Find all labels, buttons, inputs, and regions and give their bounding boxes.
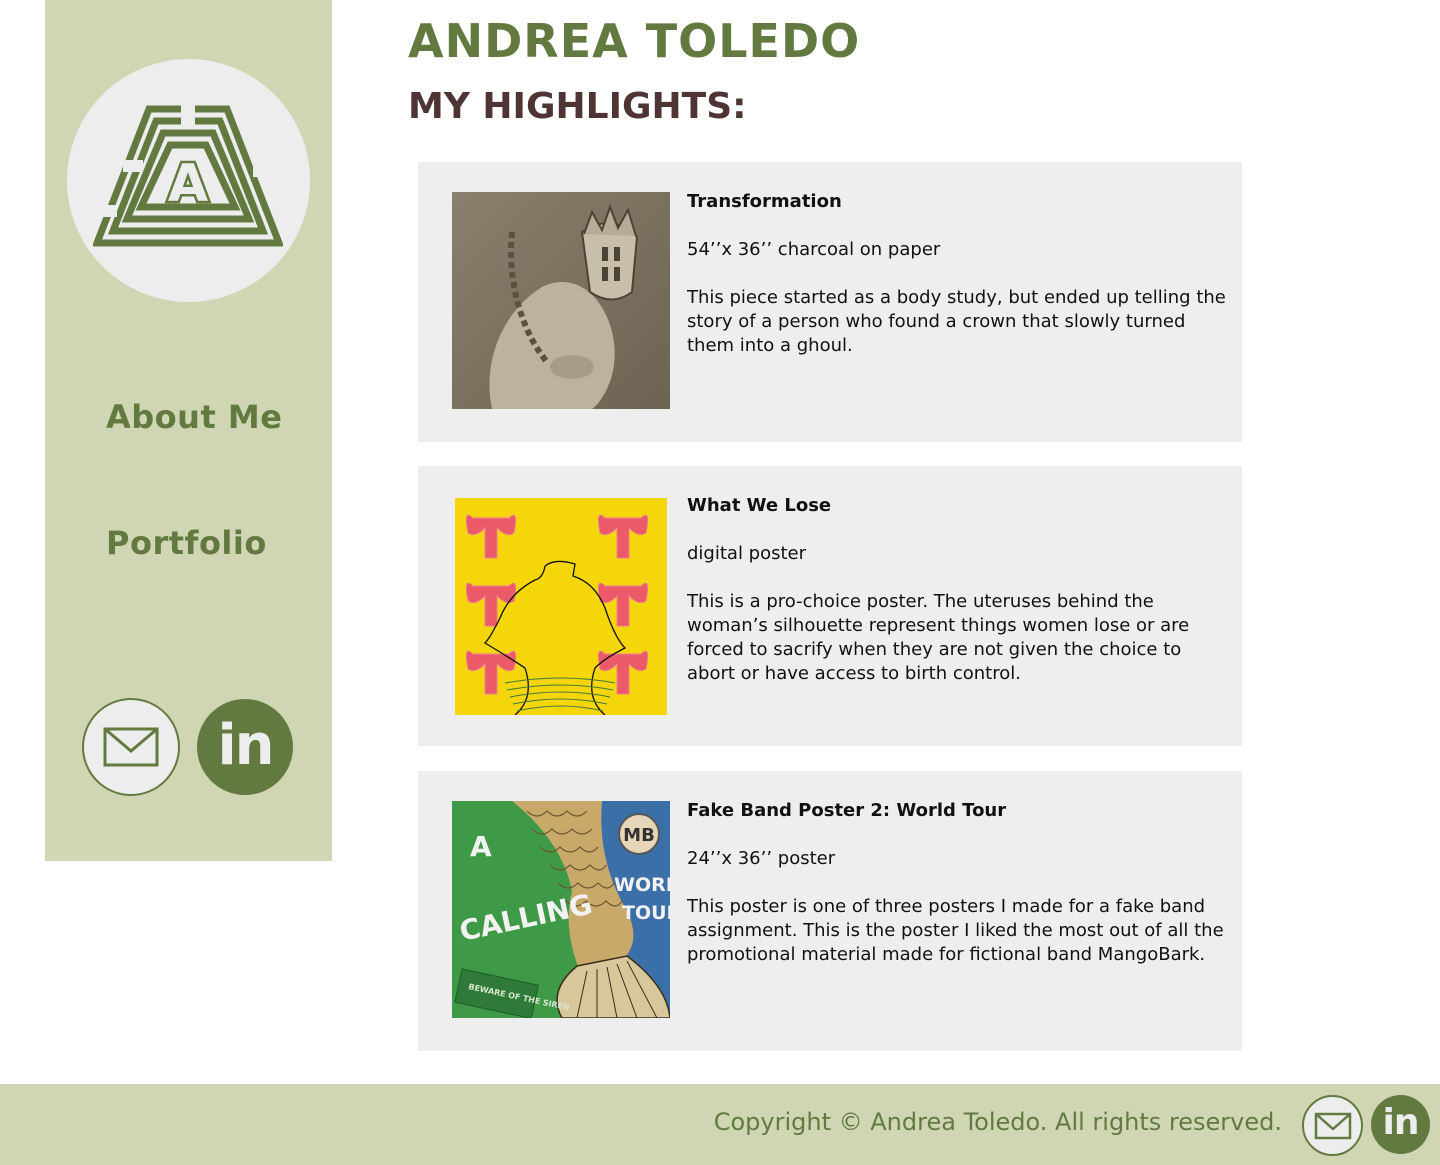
mail-icon	[103, 727, 159, 767]
fake-band-poster-image[interactable]: MB A CALLING WORLD TOUR BEWARE OF THE SI…	[452, 801, 670, 1018]
work-medium: digital poster	[687, 543, 807, 564]
svg-text:A: A	[168, 154, 208, 214]
work-details: Transformation 54’’x 36’’ charcoal on pa…	[687, 190, 1227, 358]
poster-letter-text: A	[470, 830, 492, 863]
work-description: This poster is one of three posters I ma…	[687, 896, 1224, 965]
work-details: What We Lose digital poster This is a pr…	[687, 494, 1227, 686]
poster-tour-line2: TOUR	[622, 902, 670, 924]
maze-a-logo-icon: A	[93, 105, 283, 247]
work-title: Fake Band Poster 2: World Tour	[687, 800, 1007, 821]
mail-icon	[1314, 1112, 1352, 1140]
work-description: This is a pro-choice poster. The uteruse…	[687, 591, 1190, 684]
logo[interactable]: A	[67, 59, 310, 302]
work-description: This piece started as a body study, but …	[687, 287, 1226, 356]
page-title: MY HIGHLIGHTS:	[408, 86, 747, 127]
footer-mail-button[interactable]	[1302, 1095, 1363, 1156]
nav-about-me[interactable]: About Me	[106, 398, 282, 436]
poster-tour-line1: WORLD	[614, 874, 670, 896]
linkedin-icon: in	[1382, 1102, 1420, 1143]
work-medium: 24’’x 36’’ poster	[687, 848, 836, 869]
poster-badge-text: MB	[623, 825, 655, 846]
work-card: Transformation 54’’x 36’’ charcoal on pa…	[418, 162, 1242, 442]
work-details: Fake Band Poster 2: World Tour 24’’x 36’…	[687, 799, 1227, 967]
footer-linkedin-button[interactable]: in	[1371, 1095, 1430, 1154]
what-we-lose-artwork-image[interactable]	[455, 498, 667, 715]
work-title: What We Lose	[687, 495, 832, 516]
linkedin-icon: in	[217, 713, 274, 778]
work-medium: 54’’x 36’’ charcoal on paper	[687, 239, 941, 260]
nav-portfolio[interactable]: Portfolio	[106, 524, 267, 562]
work-card: What We Lose digital poster This is a pr…	[418, 466, 1242, 746]
work-title: Transformation	[687, 191, 842, 212]
site-owner-name: ANDREA TOLEDO	[408, 14, 861, 68]
footer: Copyright © Andrea Toledo. All rights re…	[0, 1084, 1440, 1165]
sidebar: A About Me Portfolio in	[45, 0, 332, 861]
work-card: MB A CALLING WORLD TOUR BEWARE OF THE SI…	[418, 771, 1242, 1051]
mail-button[interactable]	[82, 698, 180, 796]
linkedin-button[interactable]: in	[197, 699, 293, 795]
copyright-text: Copyright © Andrea Toledo. All rights re…	[713, 1108, 1282, 1136]
transformation-artwork-image[interactable]	[452, 192, 670, 409]
